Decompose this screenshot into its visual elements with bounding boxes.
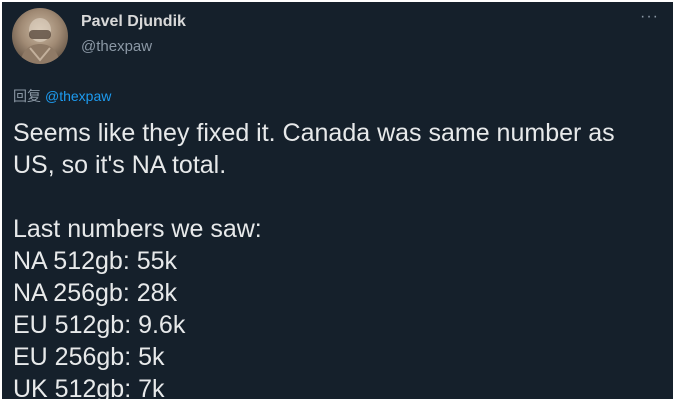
author-display-name[interactable]: Pavel Djundik bbox=[81, 13, 186, 31]
tweet-line: EU 256gb: 5k bbox=[13, 343, 165, 371]
reply-context: 回复 @thexpaw bbox=[13, 86, 111, 106]
author-handle[interactable]: @thexpaw bbox=[81, 38, 152, 55]
author-avatar[interactable] bbox=[12, 8, 68, 64]
tweet-line: Last numbers we saw: bbox=[13, 215, 262, 243]
tweet-line: Seems like they fixed it. Canada was sam… bbox=[13, 119, 615, 147]
tweet-line: NA 256gb: 28k bbox=[13, 279, 178, 307]
tweet-card: Pavel Djundik @thexpaw ··· 回复 @thexpaw Se… bbox=[2, 2, 673, 399]
tweet-body: Seems like they fixed it. Canada was sam… bbox=[13, 117, 663, 399]
tweet-line: US, so it's NA total. bbox=[13, 151, 227, 179]
more-options-icon[interactable]: ··· bbox=[640, 9, 659, 25]
tweet-line: UK 512gb: 7k bbox=[13, 375, 165, 399]
reply-mention-link[interactable]: @thexpaw bbox=[45, 88, 111, 104]
avatar-image bbox=[20, 18, 60, 64]
reply-prefix: 回复 bbox=[13, 88, 41, 104]
tweet-line: NA 512gb: 55k bbox=[13, 247, 178, 275]
tweet-line: EU 512gb: 9.6k bbox=[13, 311, 186, 339]
